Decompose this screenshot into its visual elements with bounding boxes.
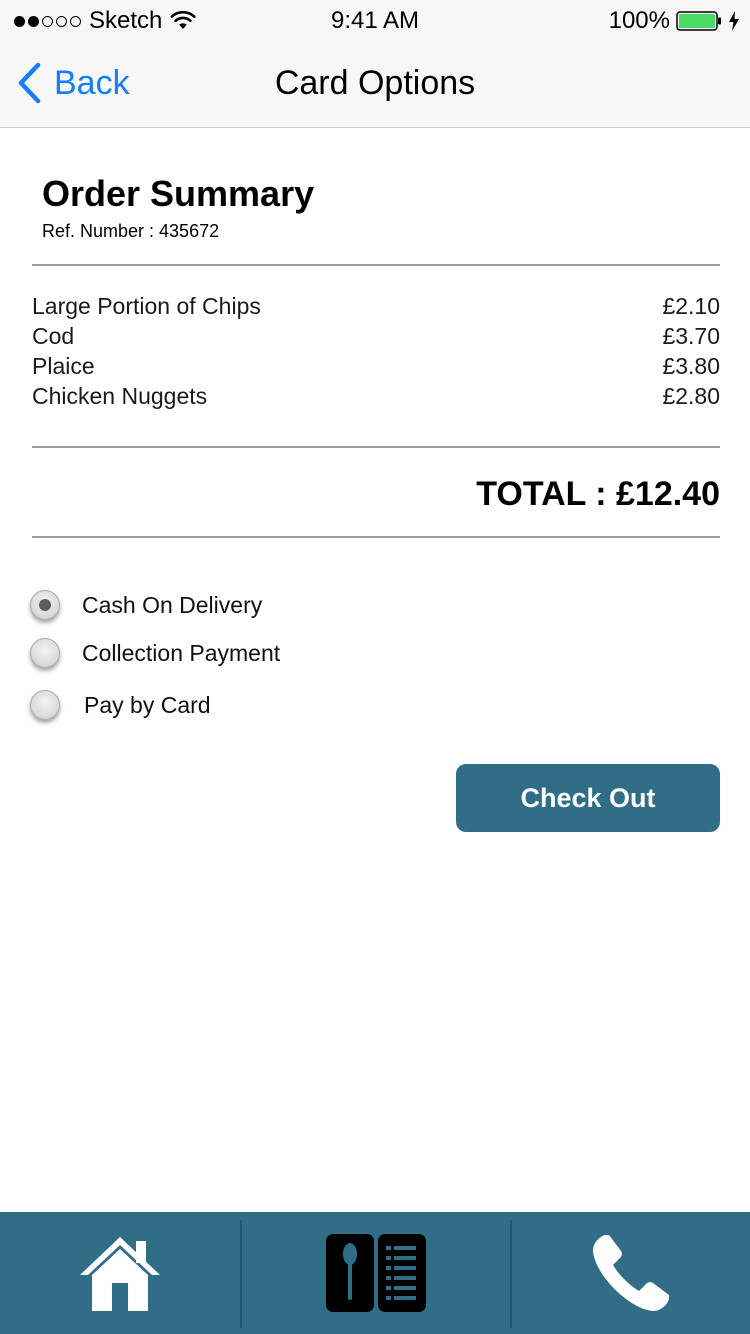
payment-option-pay-by-card[interactable]: Pay by Card bbox=[30, 690, 211, 720]
tab-home[interactable] bbox=[0, 1212, 240, 1334]
charging-bolt-icon bbox=[729, 11, 739, 31]
payment-option-label: Pay by Card bbox=[84, 692, 211, 718]
order-total: TOTAL : £12.40 bbox=[476, 475, 720, 513]
status-bar: Sketch 9:41 AM 100% bbox=[0, 0, 750, 40]
payment-option-label: Collection Payment bbox=[82, 640, 281, 666]
tab-menu[interactable] bbox=[242, 1212, 510, 1334]
radio-button[interactable] bbox=[30, 638, 60, 668]
chevron-left-icon bbox=[18, 62, 41, 104]
list-item: Plaice £3.80 bbox=[32, 351, 720, 381]
item-price: £3.70 bbox=[662, 323, 720, 349]
payment-option-label: Cash On Delivery bbox=[82, 592, 263, 618]
order-items-list: Large Portion of Chips £2.10 Cod £3.70 P… bbox=[32, 291, 720, 411]
menu-icon bbox=[326, 1234, 426, 1312]
back-button[interactable]: Back bbox=[16, 62, 130, 104]
reference-number: Ref. Number : 435672 bbox=[42, 221, 220, 241]
back-button-label: Back bbox=[54, 64, 130, 102]
divider bbox=[32, 446, 720, 448]
navigation-bar: Back Card Options bbox=[0, 40, 750, 128]
battery-icon bbox=[676, 11, 721, 31]
item-name: Cod bbox=[32, 323, 75, 349]
list-item: Large Portion of Chips £2.10 bbox=[32, 291, 720, 321]
home-icon bbox=[80, 1237, 160, 1311]
item-price: £2.10 bbox=[662, 293, 720, 319]
list-item: Chicken Nuggets £2.80 bbox=[32, 381, 720, 411]
item-name: Large Portion of Chips bbox=[32, 293, 261, 319]
battery-percentage: 100% bbox=[608, 7, 670, 34]
list-item: Cod £3.70 bbox=[32, 321, 720, 351]
item-price: £2.80 bbox=[662, 383, 720, 409]
status-right: 100% bbox=[609, 7, 740, 35]
item-price: £3.80 bbox=[662, 353, 720, 379]
divider bbox=[32, 536, 720, 538]
item-name: Chicken Nuggets bbox=[32, 383, 208, 409]
radio-button[interactable] bbox=[30, 690, 60, 720]
order-summary-title: Order Summary bbox=[42, 173, 315, 214]
radio-button-selected[interactable] bbox=[30, 590, 60, 620]
payment-option-cash-on-delivery[interactable]: Cash On Delivery bbox=[30, 590, 262, 620]
check-out-button[interactable]: Check Out bbox=[456, 764, 720, 832]
payment-option-collection-payment[interactable]: Collection Payment bbox=[30, 638, 280, 668]
item-name: Plaice bbox=[32, 353, 95, 379]
tab-phone[interactable] bbox=[512, 1212, 750, 1334]
divider bbox=[32, 264, 720, 266]
tab-bar bbox=[0, 1212, 750, 1334]
phone-icon bbox=[593, 1235, 669, 1311]
